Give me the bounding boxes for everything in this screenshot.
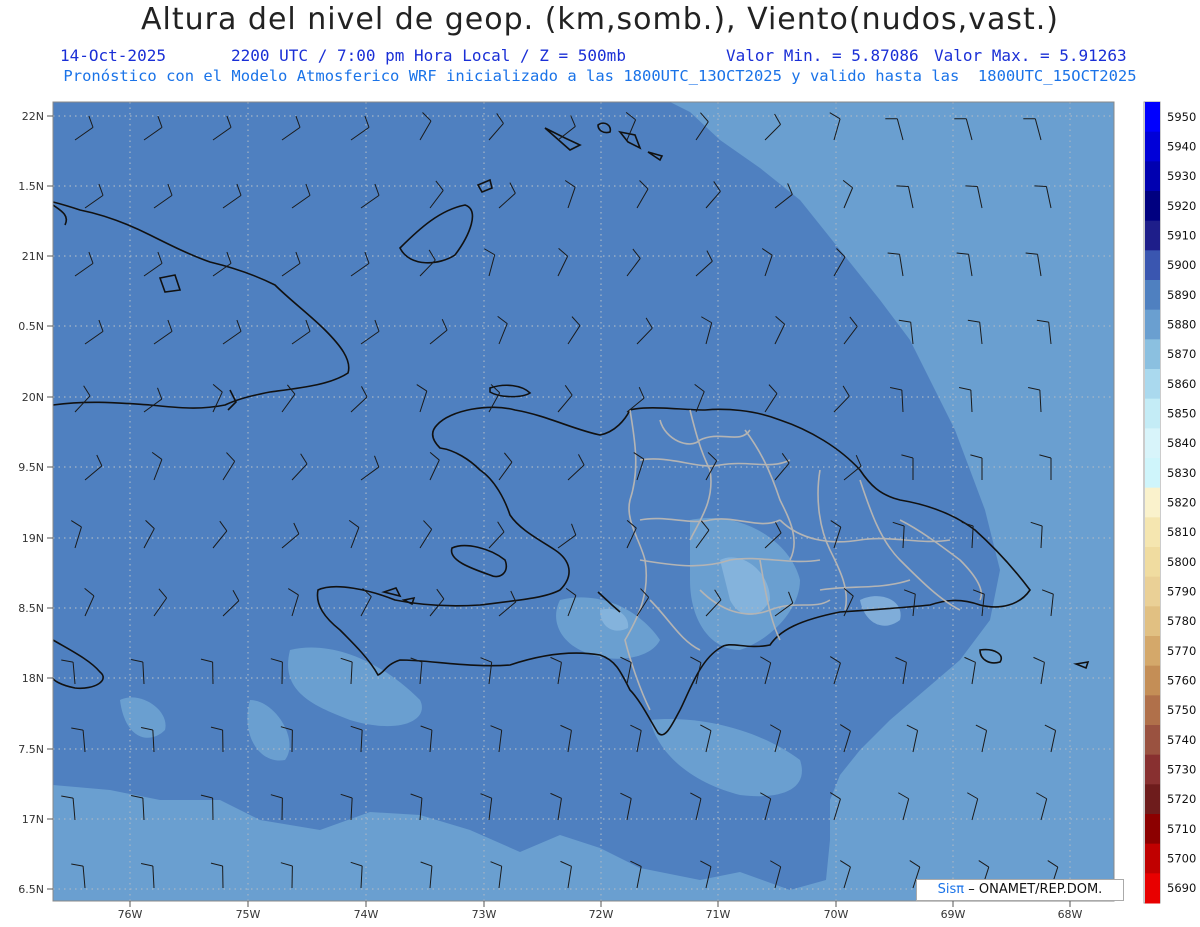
colorbar-swatch [1145, 754, 1160, 785]
colorbar-swatch [1145, 161, 1160, 192]
colorbar-label: 5770 [1167, 644, 1196, 658]
colorbar-swatch [1145, 458, 1160, 489]
colorbar-label: 5690 [1167, 881, 1196, 895]
lon-label: 72W [589, 908, 614, 921]
colorbar-swatch [1145, 665, 1160, 696]
colorbar-swatch [1145, 725, 1160, 756]
colorbar-swatch [1145, 280, 1160, 311]
colorbar-swatch [1145, 220, 1160, 251]
lat-label: 8.5N [18, 602, 44, 615]
colorbar-label: 5820 [1167, 496, 1196, 510]
colorbar-label: 5860 [1167, 377, 1196, 391]
colorbar-swatch [1145, 636, 1160, 667]
colorbar-swatch [1145, 131, 1160, 162]
lat-label: 22N [22, 110, 44, 123]
colorbar-swatch [1145, 576, 1160, 607]
colorbar-swatch [1145, 369, 1160, 400]
colorbar-label: 5900 [1167, 258, 1196, 272]
colorbar-label: 5850 [1167, 407, 1196, 421]
lon-label: 70W [824, 908, 849, 921]
wind-barb-flag [1034, 185, 1047, 187]
lon-label: 74W [354, 908, 379, 921]
lon-label: 75W [236, 908, 261, 921]
colorbar-swatch [1145, 398, 1160, 429]
colorbar-swatch [1145, 695, 1160, 726]
wind-barb-flag [965, 185, 978, 187]
lat-label: 6.5N [18, 883, 44, 896]
lat-label: 7.5N [18, 743, 44, 756]
colorbar-label: 5780 [1167, 614, 1196, 628]
colorbar-swatch [1145, 606, 1160, 637]
lat-label: 17N [22, 813, 44, 826]
map-plot-area [53, 102, 1114, 901]
weather-map: 22N 1.5N 21N 0.5N 20N 9.5N 19N 8.5N 18N 7.5N 17N 6.… [18, 101, 1196, 921]
colorbar-label: 5790 [1167, 585, 1196, 599]
colorbar-label: 5740 [1167, 733, 1196, 747]
colorbar-label: 5920 [1167, 199, 1196, 213]
lat-labels: 22N 1.5N 21N 0.5N 20N 9.5N 19N 8.5N 18N 7.5N 17N 6.… [18, 110, 53, 896]
colorbar-swatch [1145, 873, 1160, 904]
lat-label: 1.5N [18, 180, 44, 193]
lat-label: 9.5N [18, 461, 44, 474]
credit-text: – ONAMET/REP.DOM. [968, 882, 1103, 897]
lat-label: 18N [22, 672, 44, 685]
colorbar: 5950 5940 5930 5920 5910 5900 5890 5880 5870 5860… [1143, 101, 1196, 904]
colorbar-label: 5890 [1167, 288, 1196, 302]
colorbar-swatch [1145, 339, 1160, 370]
lon-labels: 76W 75W 74W 73W 72W 71W 70W 69W 68W [118, 901, 1083, 921]
colorbar-swatch [1145, 814, 1160, 845]
colorbar-label: 5700 [1167, 852, 1196, 866]
colorbar-swatch [1145, 102, 1160, 133]
colorbar-swatch [1145, 784, 1160, 815]
lon-label: 68W [1058, 908, 1083, 921]
colorbar-label: 5940 [1167, 140, 1196, 154]
lon-label: 69W [941, 908, 966, 921]
colorbar-label: 5760 [1167, 674, 1196, 688]
colorbar-label: 5730 [1167, 763, 1196, 777]
credit-sis: Sisπ [937, 882, 965, 897]
colorbar-label: 5840 [1167, 436, 1196, 450]
colorbar-swatch [1145, 309, 1160, 340]
colorbar-label: 5930 [1167, 169, 1196, 183]
colorbar-label: 5720 [1167, 792, 1196, 806]
colorbar-swatch [1145, 191, 1160, 222]
colorbar-swatch [1145, 487, 1160, 518]
lat-label: 19N [22, 532, 44, 545]
colorbar-label: 5750 [1167, 703, 1196, 717]
colorbar-label: 5830 [1167, 466, 1196, 480]
colorbar-swatch [1145, 843, 1160, 874]
colorbar-label: 5810 [1167, 525, 1196, 539]
lon-label: 76W [118, 908, 143, 921]
colorbar-swatch [1145, 428, 1160, 459]
colorbar-label: 5870 [1167, 347, 1196, 361]
colorbar-swatch [1145, 250, 1160, 281]
lon-label: 71W [706, 908, 731, 921]
colorbar-label: 5800 [1167, 555, 1196, 569]
colorbar-label: 5950 [1167, 110, 1196, 124]
lat-label: 20N [22, 391, 44, 404]
colorbar-swatch [1145, 547, 1160, 578]
credit-box: Sisπ – ONAMET/REP.DOM. [916, 879, 1124, 901]
colorbar-swatch [1145, 517, 1160, 548]
colorbar-label: 5710 [1167, 822, 1196, 836]
wind-barb-flag [896, 185, 909, 187]
colorbar-label: 5910 [1167, 229, 1196, 243]
colorbar-label: 5880 [1167, 318, 1196, 332]
lat-label: 0.5N [18, 320, 44, 333]
lon-label: 73W [472, 908, 497, 921]
lat-label: 21N [22, 250, 44, 263]
